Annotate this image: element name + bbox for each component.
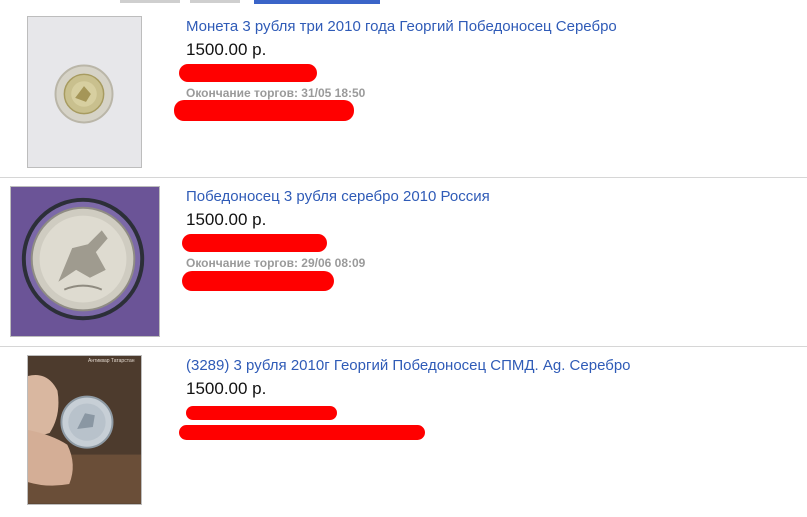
redaction-mark: [182, 271, 334, 291]
listing-item: Монета 3 рубля три 2010 года Георгий Поб…: [0, 8, 807, 178]
redaction-mark: [179, 64, 317, 82]
listing-price: 1500.00 р.: [186, 210, 267, 229]
redaction-mark: [179, 425, 425, 440]
coin-on-purple-photo: [11, 187, 159, 336]
auction-end-time: Окончание торгов: 31/05 18:50: [186, 86, 366, 100]
listing-price: 1500.00 р.: [186, 379, 267, 398]
watermark-text: Антиквар Татарстан: [88, 358, 135, 364]
cutoff-text-fragment: [120, 0, 180, 3]
coin-in-capsule-photo: [28, 17, 141, 167]
redaction-mark: [174, 100, 354, 121]
cutoff-link-underline[interactable]: [254, 0, 380, 4]
listing-item: Антиквар Татарстан (3289) 3 рубля 2010г …: [0, 346, 807, 517]
listing-title-link[interactable]: Монета 3 рубля три 2010 года Георгий Поб…: [186, 18, 617, 35]
listing-thumbnail[interactable]: Антиквар Татарстан: [27, 355, 142, 505]
coin-in-hand-photo: [28, 356, 141, 504]
auction-end-time: Окончание торгов: 29/06 08:09: [186, 256, 366, 270]
listing-thumbnail[interactable]: [27, 16, 142, 168]
redaction-mark: [186, 406, 337, 420]
top-cutoff-strip: [0, 0, 807, 8]
listing-price: 1500.00 р.: [186, 40, 267, 59]
listing-thumbnail[interactable]: [10, 186, 160, 337]
cutoff-text-fragment: [190, 0, 240, 3]
listing-item: Победоносец 3 рубля серебро 2010 Россия …: [0, 177, 807, 348]
listing-title-link[interactable]: (3289) 3 рубля 2010г Георгий Победоносец…: [186, 357, 631, 374]
redaction-mark: [182, 234, 327, 252]
listing-title-link[interactable]: Победоносец 3 рубля серебро 2010 Россия: [186, 188, 490, 205]
